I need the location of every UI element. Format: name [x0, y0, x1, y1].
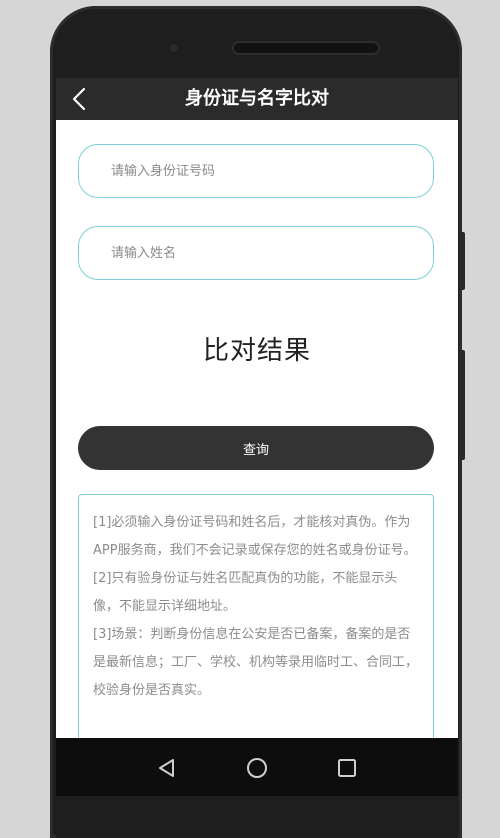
id-number-field[interactable] [78, 144, 434, 198]
volume-button [459, 232, 465, 290]
result-title: 比对结果 [202, 336, 311, 366]
title-bar: 身份证与名字比对 [56, 78, 458, 120]
note-item: [1]必须输入身份证号码和姓名后，才能核对真伪。作为APP服务商，我们不会记录或… [93, 515, 417, 558]
power-button [459, 350, 465, 460]
earpiece-speaker [232, 41, 380, 55]
note-item: [2]只有验身份证与姓名匹配真伪的功能，不能显示头像，不能显示详细地址。 [93, 571, 398, 614]
page-title: 身份证与名字比对 [185, 88, 329, 109]
note-item: [3]场景：判断身份信息在公安是否已备案，备案的是否是最新信息；工厂、学校、机构… [93, 627, 419, 698]
id-number-input[interactable] [109, 145, 413, 198]
square-recents-icon[interactable] [336, 757, 358, 779]
name-field[interactable] [78, 226, 434, 280]
circle-home-icon[interactable] [246, 757, 268, 779]
name-input[interactable] [109, 227, 413, 280]
app-screen: 身份证与名字比对 比对结果 查询 [1]必须输入身份证号码和姓名后，才能核对真伪… [56, 78, 458, 788]
front-camera [170, 44, 178, 52]
phone-bottom-bezel [56, 796, 458, 838]
android-nav-bar [56, 738, 458, 796]
query-button[interactable]: 查询 [78, 426, 434, 470]
triangle-back-icon[interactable] [156, 757, 178, 779]
